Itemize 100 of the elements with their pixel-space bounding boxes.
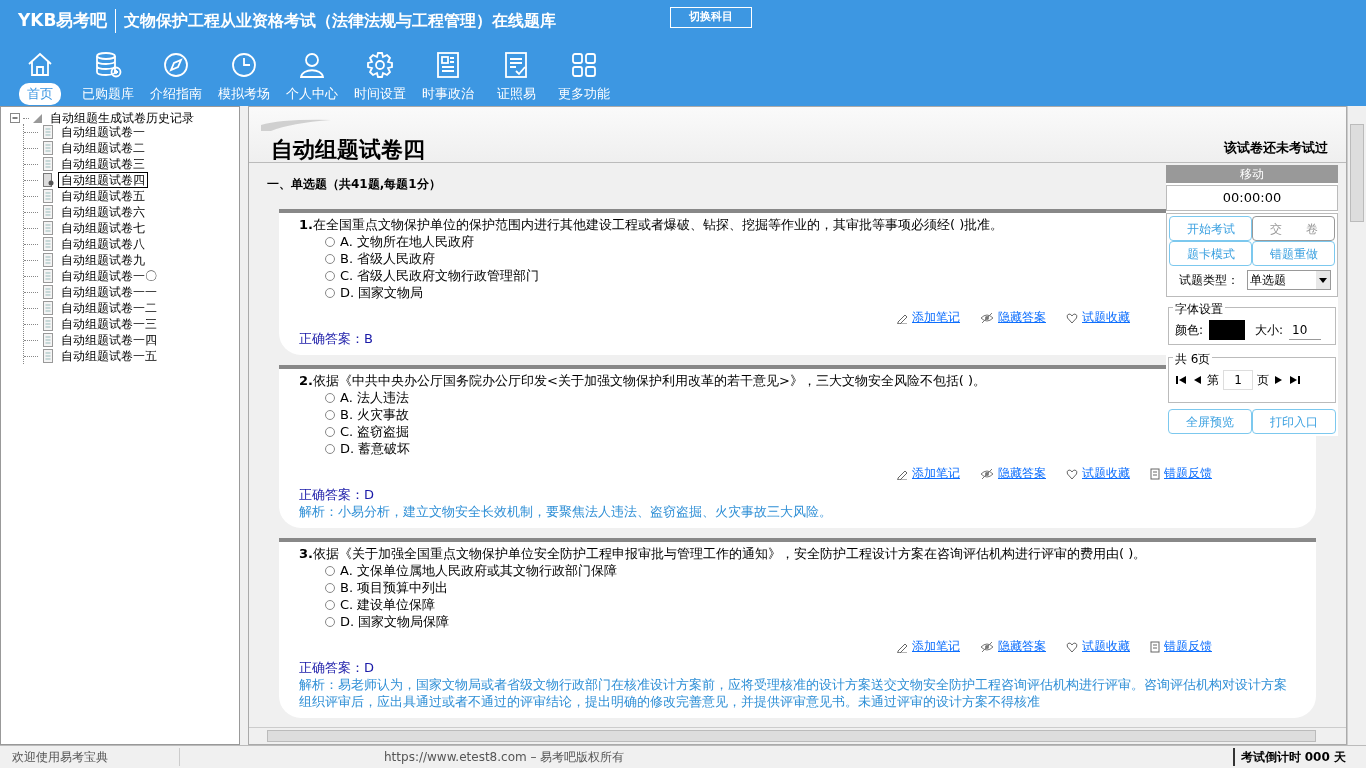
panel-button[interactable]: 错题重做: [1252, 241, 1335, 266]
nav-button[interactable]: 时事政治: [416, 50, 480, 105]
tree-item[interactable]: 自动组题试卷一三: [58, 316, 160, 332]
eye-icon: [980, 640, 994, 653]
option-text: B. 省级人民政府: [340, 250, 436, 267]
move-handle[interactable]: 移动: [1166, 165, 1338, 183]
status-text: 欢迎使用易考宝典: [0, 748, 180, 766]
compass-icon: [161, 50, 191, 80]
document-icon: [42, 173, 54, 187]
section-heading: 一、单选题（共41题,每题1分）: [267, 176, 442, 193]
favorite-link[interactable]: 试题收藏: [1066, 638, 1130, 655]
nav-button[interactable]: 证照易: [484, 50, 548, 105]
option-text: B. 火灾事故: [340, 406, 410, 423]
tree-item[interactable]: 自动组题试卷一一: [58, 284, 160, 300]
tree-item[interactable]: 自动组题试卷一二: [58, 300, 160, 316]
correct-answer: 正确答案：D: [299, 660, 374, 675]
tree-item[interactable]: 自动组题试卷五: [58, 188, 148, 204]
heart-icon: [1066, 467, 1078, 480]
option-text: B. 项目预算中列出: [340, 579, 449, 596]
eye-icon: [980, 311, 994, 324]
document-icon: [42, 221, 54, 235]
panel-button[interactable]: 题卡模式: [1169, 241, 1252, 266]
hide-answer-link[interactable]: 隐藏答案: [980, 465, 1046, 482]
hide-answer-link[interactable]: 隐藏答案: [980, 638, 1046, 655]
tree-item[interactable]: 自动组题试卷九: [58, 252, 148, 268]
tree-item[interactable]: 自动组题生成试卷历史记录: [47, 110, 197, 126]
page-field[interactable]: 1: [1223, 370, 1253, 390]
add-note-link[interactable]: 添加笔记: [896, 309, 960, 326]
nav-button[interactable]: 个人中心: [280, 50, 344, 105]
paper-title: 自动组题试卷四: [271, 136, 425, 164]
hide-answer-link[interactable]: 隐藏答案: [980, 309, 1046, 326]
heart-icon: [1066, 640, 1078, 653]
question-text: 2.依据《中共中央办公厅国务院办公厅印发<关于加强文物保护利用改革的若干意见>》，三大文物安全风险不包括( )。: [299, 372, 987, 389]
tree-item[interactable]: 自动组题试卷二: [58, 140, 148, 156]
correct-answer: 正确答案：B: [299, 331, 373, 346]
nav-button[interactable]: 已购题库: [76, 50, 140, 105]
document-icon: [42, 157, 54, 171]
tree-item[interactable]: 自动组题试卷一: [58, 124, 148, 140]
switch-subject-button[interactable]: 切换科目: [670, 7, 752, 28]
document-icon: [1150, 467, 1160, 480]
document-icon: [42, 349, 54, 363]
type-label: 试题类型：: [1179, 272, 1239, 289]
document-icon: [42, 189, 54, 203]
tree-item[interactable]: 自动组题试卷一〇: [58, 268, 160, 284]
first-page-icon[interactable]: [1175, 375, 1187, 385]
question-text: 3.依据《关于加强全国重点文物保护单位安全防护工程申报审批与管理工作的通知》，安全防护工程设计方案在咨询评估机构进行评审的费用由( )。: [299, 545, 1147, 562]
document-icon: [42, 317, 54, 331]
tree-item[interactable]: 自动组题试卷一五: [58, 348, 160, 364]
document-icon: [42, 205, 54, 219]
document-icon: [42, 333, 54, 347]
question-type-dropdown[interactable]: 单选题: [1247, 270, 1331, 290]
document-icon: [42, 269, 54, 283]
option-text: A. 文物所在地人民政府: [340, 233, 474, 250]
horizontal-scrollbar[interactable]: [249, 727, 1346, 744]
option-text: A. 法人违法: [340, 389, 409, 406]
app-title: 文物保护工程从业资格考试（法律法规与工程管理）在线题库: [115, 8, 557, 33]
panel-button[interactable]: 打印入口: [1252, 409, 1336, 434]
font-size-field[interactable]: 10: [1289, 320, 1322, 340]
option-text: D. 国家文物局: [340, 284, 424, 301]
clock-icon: [229, 50, 259, 80]
document-icon: [1150, 640, 1160, 653]
page-label: 页: [1257, 372, 1269, 389]
nav-button[interactable]: 更多功能: [552, 50, 616, 105]
page-label: 第: [1207, 372, 1219, 389]
collapse-icon[interactable]: [9, 112, 21, 124]
tree-item[interactable]: 自动组题试卷三: [58, 156, 148, 172]
option-text: D. 国家文物局保障: [340, 613, 450, 630]
last-page-icon[interactable]: [1289, 375, 1301, 385]
copyright-text: https://www.etest8.com – 易考吧版权所有: [384, 749, 625, 766]
color-swatch[interactable]: [1209, 320, 1246, 340]
document-icon: [42, 285, 54, 299]
vertical-scrollbar[interactable]: [1347, 106, 1366, 745]
grid-icon: [569, 50, 599, 80]
add-note-link[interactable]: 添加笔记: [896, 638, 960, 655]
panel-button[interactable]: 开始考试: [1169, 216, 1252, 241]
database-icon: [93, 50, 123, 80]
tree-item[interactable]: 自动组题试卷四: [58, 172, 148, 188]
favorite-link[interactable]: 试题收藏: [1066, 465, 1130, 482]
add-note-link[interactable]: 添加笔记: [896, 465, 960, 482]
timer-display: 00:00:00: [1166, 185, 1338, 211]
tree-item[interactable]: 自动组题试卷八: [58, 236, 148, 252]
exam-status: 该试卷还未考试过: [1224, 139, 1328, 157]
document-icon: [42, 237, 54, 251]
favorite-link[interactable]: 试题收藏: [1066, 309, 1130, 326]
tree-item[interactable]: 自动组题试卷六: [58, 204, 148, 220]
group-label: 字体设置: [1173, 300, 1225, 318]
nav-button[interactable]: 时间设置: [348, 50, 412, 105]
size-label: 大小:: [1255, 322, 1284, 339]
option-text: D. 蓄意破坏: [340, 440, 411, 457]
tree-item[interactable]: 自动组题试卷一四: [58, 332, 160, 348]
nav-button[interactable]: 介绍指南: [144, 50, 208, 105]
group-label: 共 6页: [1173, 350, 1213, 368]
tree-item[interactable]: 自动组题试卷七: [58, 220, 148, 236]
panel-button[interactable]: 全屏预览: [1168, 409, 1252, 434]
nav-button[interactable]: 首页: [8, 50, 72, 105]
nav-button[interactable]: 模拟考场: [212, 50, 276, 105]
option-text: A. 文保单位属地人民政府或其文物行政部门保障: [340, 562, 617, 579]
person-icon: [297, 50, 327, 80]
option-text: C. 省级人民政府文物行政管理部门: [340, 267, 540, 284]
document-icon: [42, 141, 54, 155]
